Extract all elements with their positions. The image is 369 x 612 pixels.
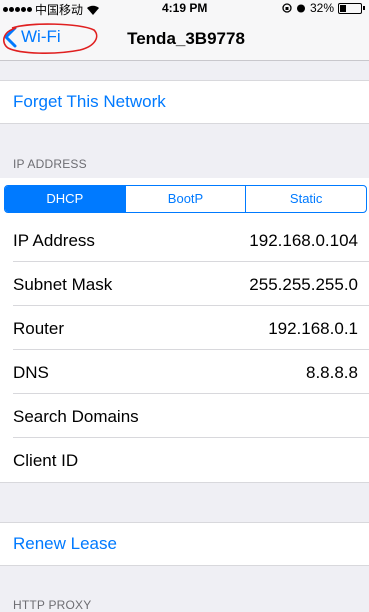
subnet-mask-row: Subnet Mask 255.255.255.0 [0,262,369,306]
alarm-icon [296,4,305,13]
segment-static[interactable]: Static [246,186,366,212]
nav-title: Tenda_3B9778 [127,29,245,48]
row-value: 192.168.0.104 [249,231,358,250]
navigation-bar: Tenda_3B9778 Wi-Fi [0,18,369,61]
row-label: Router [13,319,65,338]
row-label: DNS [13,363,49,382]
row-label: Client ID [13,451,79,470]
dns-row[interactable]: DNS 8.8.8.8 [0,350,369,394]
row-value: 255.255.255.0 [249,275,358,294]
router-row: Router 192.168.0.1 [0,306,369,350]
status-time: 4:19 PM [162,1,208,15]
row-label: IP Address [13,231,95,250]
row-label: Search Domains [13,407,139,426]
search-domains-row[interactable]: Search Domains [0,394,369,438]
client-id-row[interactable]: Client ID [0,438,369,482]
ip-mode-container: DHCP BootP Static [0,178,369,218]
ip-address-row: IP Address 192.168.0.104 [0,218,369,262]
status-left: 中国移动 [3,1,100,18]
signal-strength-icon [3,7,32,12]
wifi-signal-icon [87,5,100,15]
ip-info-list: IP Address 192.168.0.104 Subnet Mask 255… [0,218,369,483]
ip-address-section-header: IP ADDRESS [13,157,87,171]
forget-network-group: Forget This Network [0,80,369,124]
forget-network-button[interactable]: Forget This Network [0,81,369,123]
row-value: 192.168.0.1 [268,319,358,338]
carrier-name: 中国移动 [35,3,84,17]
renew-lease-group: Renew Lease [0,522,369,566]
status-right: 32% [282,1,365,15]
battery-percent: 32% [309,1,334,15]
http-proxy-section-header: HTTP PROXY [13,598,92,612]
battery-icon [338,2,362,14]
hand-drawn-circle-annotation [2,23,98,54]
segment-dhcp[interactable]: DHCP [5,186,126,212]
ip-mode-segmented-control: DHCP BootP Static [4,185,367,213]
renew-lease-button[interactable]: Renew Lease [0,523,369,565]
row-label: Subnet Mask [13,275,113,294]
rotation-lock-icon [282,3,292,13]
segment-bootp[interactable]: BootP [126,186,247,212]
row-value: 8.8.8.8 [306,363,358,382]
status-bar: 中国移动 4:19 PM 32% [0,0,369,18]
